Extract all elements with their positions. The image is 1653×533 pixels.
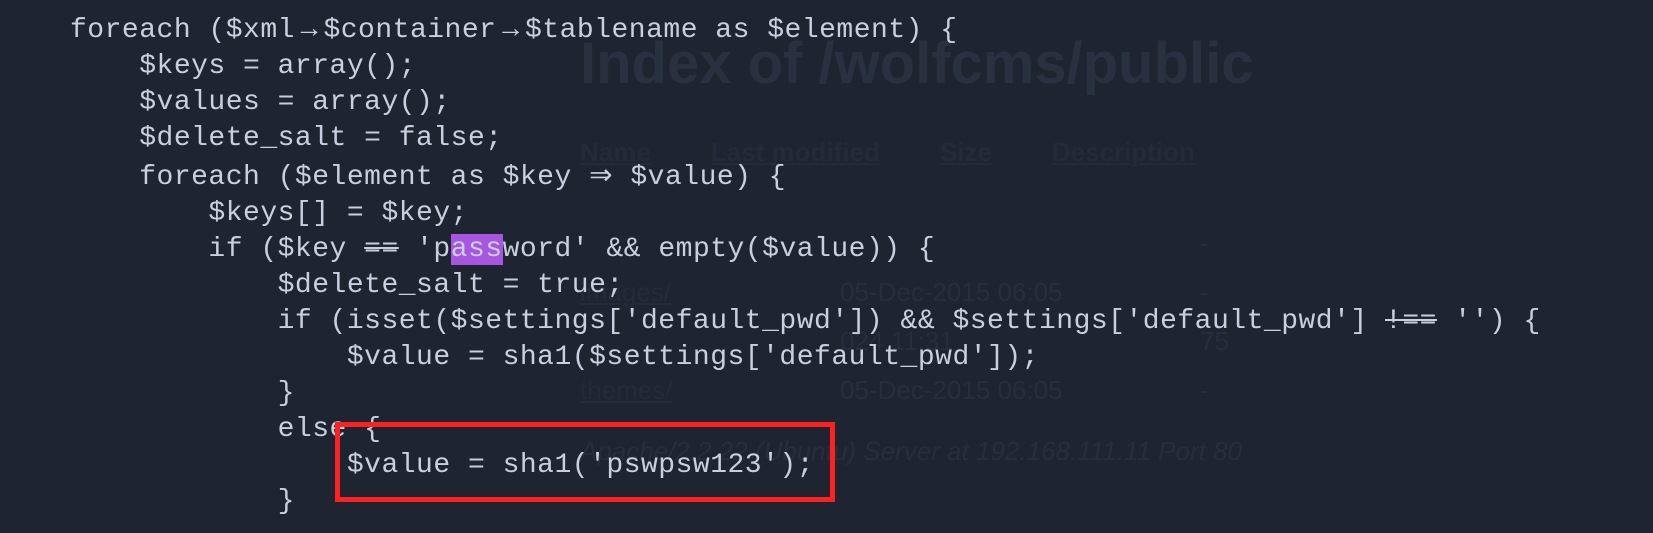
code-line: } [70,486,295,517]
code-line: $keys = array(); [70,51,416,82]
op-neq: !== [1385,306,1437,337]
code-line: $values = array(); [70,87,451,118]
code-line: $delete_salt = true; [70,270,624,301]
op-eq: == [364,234,399,265]
annotation-highlight-box [335,422,835,502]
code-line: '') { [1437,306,1541,337]
double-arrow-icon: ⇒ [589,159,613,190]
code-line: $container [323,15,496,46]
code-line: $keys[] = $key; [70,198,468,229]
code-line: $value = sha1($settings['default_pwd']); [70,342,1039,373]
code-line: word' [503,234,607,265]
code-line: empty($value)) { [641,234,935,265]
search-highlight: ass [451,234,503,265]
op-and: && [901,306,936,337]
code-line: 'p [399,234,451,265]
code-line: $settings['default_pwd'] [935,306,1385,337]
code-line: } [70,378,295,409]
code-line: if ($key [70,234,364,265]
code-line: foreach ($element as $key [70,162,589,193]
code-line: $tablename as $element) { [525,15,958,46]
arrow-icon: → [295,12,324,43]
code-line: foreach ($xml [70,15,295,46]
code-line: $delete_salt = false; [70,123,503,154]
arrow-icon: → [496,12,525,43]
code-line: $value) { [613,162,786,193]
code-line: if (isset($settings['default_pwd']) [70,306,901,337]
op-and: && [606,234,641,265]
